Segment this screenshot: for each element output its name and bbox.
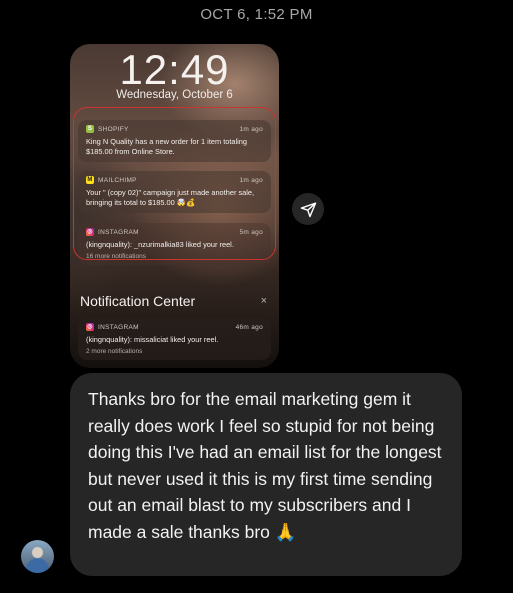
message-timestamp: OCT 6, 1:52 PM [200, 6, 313, 23]
message-text: Thanks bro for the email marketing gem i… [88, 389, 442, 542]
notification-body: (kingnquality): missaliciat liked your r… [86, 335, 219, 344]
highlight-outline [73, 107, 276, 260]
instagram-icon: ◎ [86, 323, 94, 331]
notification-more: 2 more notifications [86, 348, 143, 355]
notification-time: 46m ago [235, 323, 263, 331]
send-icon [300, 201, 316, 217]
shared-screenshot[interactable]: 12:49 Wednesday, October 6 S SHOPIFY 1m … [70, 44, 279, 368]
share-button[interactable] [292, 193, 324, 225]
lockscreen-clock: 12:49 [119, 46, 230, 93]
lockscreen-date: Wednesday, October 6 [116, 89, 233, 101]
close-icon: × [260, 295, 267, 307]
notification-app-name: INSTAGRAM [98, 323, 139, 331]
notification-center-title: Notification Center [80, 293, 196, 309]
avatar[interactable] [21, 540, 54, 573]
notification-instagram: ◎ INSTAGRAM 46m ago (kingnquality): miss… [78, 318, 271, 360]
message-bubble[interactable]: Thanks bro for the email marketing gem i… [70, 373, 462, 576]
